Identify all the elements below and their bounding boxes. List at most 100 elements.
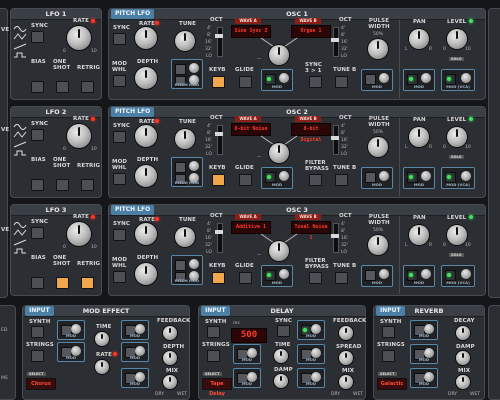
reverb-decay-knob[interactable] — [456, 326, 470, 340]
osc-sync-button[interactable] — [113, 33, 126, 45]
glide-button[interactable] — [239, 174, 252, 186]
reverb-type-display[interactable]: Galactic — [377, 378, 407, 390]
lfo-retrig-button[interactable] — [81, 179, 94, 191]
lfo-sync-button[interactable] — [31, 129, 44, 141]
lfo-one-shot-button[interactable] — [56, 81, 69, 93]
wave-a-tab[interactable]: WAVE A — [235, 214, 261, 220]
mod-effect-depth-knob[interactable] — [163, 351, 177, 365]
wave-mod-box[interactable]: MOD — [261, 265, 293, 287]
reverb-mod-box[interactable]: MOD — [410, 368, 438, 388]
delay-synth-button[interactable] — [207, 326, 220, 338]
delay-time-knob[interactable] — [274, 349, 288, 363]
pulse-width-knob[interactable] — [368, 137, 388, 157]
mod-effect-mod-box[interactable]: MOD — [121, 368, 149, 388]
wave-morph-knob[interactable] — [269, 241, 289, 261]
pitch-lfo-rate-knob[interactable] — [135, 27, 157, 49]
lfo-sync-button[interactable] — [31, 227, 44, 239]
pitch-mod-box[interactable]: PITCH MOD — [171, 255, 203, 285]
lfo-bias-button[interactable] — [31, 81, 44, 93]
mod-effect-time-knob[interactable] — [95, 332, 109, 346]
pan-knob[interactable] — [409, 127, 429, 147]
pulse-width-knob[interactable] — [368, 39, 388, 59]
tune-b-button[interactable] — [335, 272, 348, 284]
delay-mod-box[interactable]: MOD — [297, 344, 325, 364]
mod-effect-mix-knob[interactable] — [163, 375, 177, 389]
glide-button[interactable] — [239, 272, 252, 284]
wave-a-tab[interactable]: WAVE A — [235, 18, 261, 24]
mod-effect-strings-button[interactable] — [31, 350, 44, 362]
oct-b-slider[interactable] — [331, 27, 339, 57]
lfo-rate-knob[interactable] — [67, 222, 91, 246]
delay-sync-button[interactable] — [277, 325, 290, 337]
lfo-one-shot-button[interactable] — [56, 179, 69, 191]
keyb-button[interactable] — [212, 76, 225, 88]
pitch-lfo-depth-knob[interactable] — [135, 165, 157, 187]
delay-mix-knob[interactable] — [339, 375, 353, 389]
delay-spread-knob[interactable] — [339, 351, 353, 365]
delay-mod-box[interactable]: MOD — [297, 368, 325, 388]
mod-effect-synth-button[interactable] — [31, 326, 44, 338]
mod-wheel-button[interactable] — [113, 173, 126, 185]
tune-b-button[interactable] — [335, 76, 348, 88]
level-knob[interactable] — [447, 29, 467, 49]
level-knob[interactable] — [447, 127, 467, 147]
pitch-mod-box[interactable]: PITCH MOD — [171, 59, 203, 89]
reverb-mod-box[interactable]: MOD — [410, 320, 438, 340]
pitch-lfo-depth-knob[interactable] — [135, 263, 157, 285]
delay-damp-knob[interactable] — [274, 374, 288, 388]
tune-knob[interactable] — [175, 31, 195, 51]
wave-b-tab[interactable]: WAVE B — [295, 116, 321, 122]
pitch-mod-box[interactable]: PITCH MOD — [171, 157, 203, 187]
pan-mod-box[interactable]: MOD — [403, 69, 435, 91]
reverb-synth-button[interactable] — [382, 326, 395, 338]
lfo-bias-button[interactable] — [31, 277, 44, 289]
pitch-lfo-rate-knob[interactable] — [135, 125, 157, 147]
pan-knob[interactable] — [409, 225, 429, 245]
keyb-button[interactable] — [212, 272, 225, 284]
wave-mod-box[interactable]: MOD — [261, 167, 293, 189]
lfo-rate-knob[interactable] — [67, 26, 91, 50]
lfo-retrig-button[interactable] — [81, 277, 94, 289]
mod-effect-mod-box[interactable]: MOD — [57, 342, 85, 362]
solo-tag[interactable]: SOLO — [449, 155, 464, 159]
delay-feedback-knob[interactable] — [339, 326, 353, 340]
delay-mod-box[interactable]: MOD — [297, 320, 325, 340]
glide-button[interactable] — [239, 76, 252, 88]
pw-mod-box[interactable]: MOD — [361, 265, 393, 287]
pan-mod-box[interactable]: MOD — [403, 167, 435, 189]
keyb-button[interactable] — [212, 174, 225, 186]
level-mod-box[interactable]: MOD (VCA) — [441, 167, 475, 189]
delay-mod-box[interactable]: MOD — [233, 344, 261, 364]
pitch-lfo-depth-knob[interactable] — [135, 67, 157, 89]
oct-slider[interactable] — [215, 223, 223, 253]
reverb-damp-knob[interactable] — [456, 351, 470, 365]
mod-effect-mod-box[interactable]: MOD — [57, 320, 85, 340]
solo-tag[interactable]: SOLO — [449, 57, 464, 61]
level-knob[interactable] — [447, 225, 467, 245]
pan-knob[interactable] — [409, 29, 429, 49]
delay-mod-box[interactable]: MOD — [233, 368, 261, 388]
wave-b-tab[interactable]: WAVE B — [295, 214, 321, 220]
level-mod-box[interactable]: MOD (VCA) — [441, 69, 475, 91]
oct-b-slider[interactable] — [331, 223, 339, 253]
pw-mod-box[interactable]: MOD — [361, 167, 393, 189]
mod-effect-mod-box[interactable]: MOD — [121, 320, 149, 340]
wave-b-tab[interactable]: WAVE B — [295, 18, 321, 24]
lfo-bias-button[interactable] — [31, 179, 44, 191]
lfo-sync-button[interactable] — [31, 31, 44, 43]
delay-time-display[interactable]: 500 — [231, 328, 267, 343]
osc-sync-button[interactable] — [113, 131, 126, 143]
oct-slider[interactable] — [215, 27, 223, 57]
pitch-lfo-rate-knob[interactable] — [135, 223, 157, 245]
pw-mod-box[interactable]: MOD — [361, 69, 393, 91]
mod-effect-rate-knob[interactable] — [95, 360, 109, 374]
oct-b-slider[interactable] — [331, 125, 339, 155]
osc-extra-button[interactable] — [309, 76, 322, 88]
lfo-rate-knob[interactable] — [67, 124, 91, 148]
wave-morph-knob[interactable] — [269, 45, 289, 65]
mod-effect-feedback-knob[interactable] — [163, 326, 177, 340]
pan-mod-box[interactable]: MOD — [403, 265, 435, 287]
osc-sync-button[interactable] — [113, 229, 126, 241]
solo-tag[interactable]: SOLO — [449, 253, 464, 257]
tune-knob[interactable] — [175, 129, 195, 149]
